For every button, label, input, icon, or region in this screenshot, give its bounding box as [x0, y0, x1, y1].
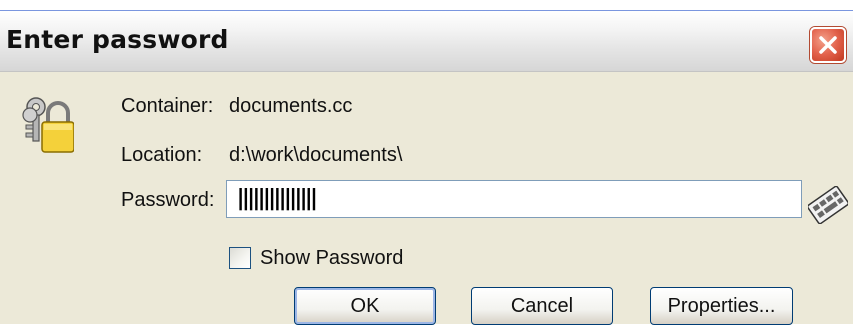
- close-button[interactable]: [810, 27, 846, 63]
- password-masked-value: |||||||||||||||: [234, 186, 321, 211]
- show-password-checkbox[interactable]: [229, 247, 251, 269]
- location-label: Location:: [121, 144, 203, 166]
- show-password-label[interactable]: Show Password: [260, 247, 403, 270]
- password-field[interactable]: |||||||||||||||: [226, 180, 802, 218]
- ok-button[interactable]: OK: [294, 287, 436, 325]
- dialog-title: Enter password: [6, 25, 229, 54]
- container-value: documents.cc: [229, 95, 353, 117]
- keys-padlock-icon: [22, 97, 74, 153]
- enter-password-dialog: Enter password Container: documents.cc L…: [0, 10, 853, 325]
- close-icon: [819, 36, 837, 54]
- cancel-button[interactable]: Cancel: [471, 287, 613, 325]
- location-value: d:\work\documents\: [229, 144, 403, 166]
- title-bar[interactable]: Enter password: [0, 11, 853, 72]
- password-label: Password:: [121, 189, 215, 211]
- properties-button[interactable]: Properties...: [650, 287, 793, 325]
- virtual-keyboard-icon[interactable]: [808, 186, 848, 224]
- container-label: Container:: [121, 95, 214, 117]
